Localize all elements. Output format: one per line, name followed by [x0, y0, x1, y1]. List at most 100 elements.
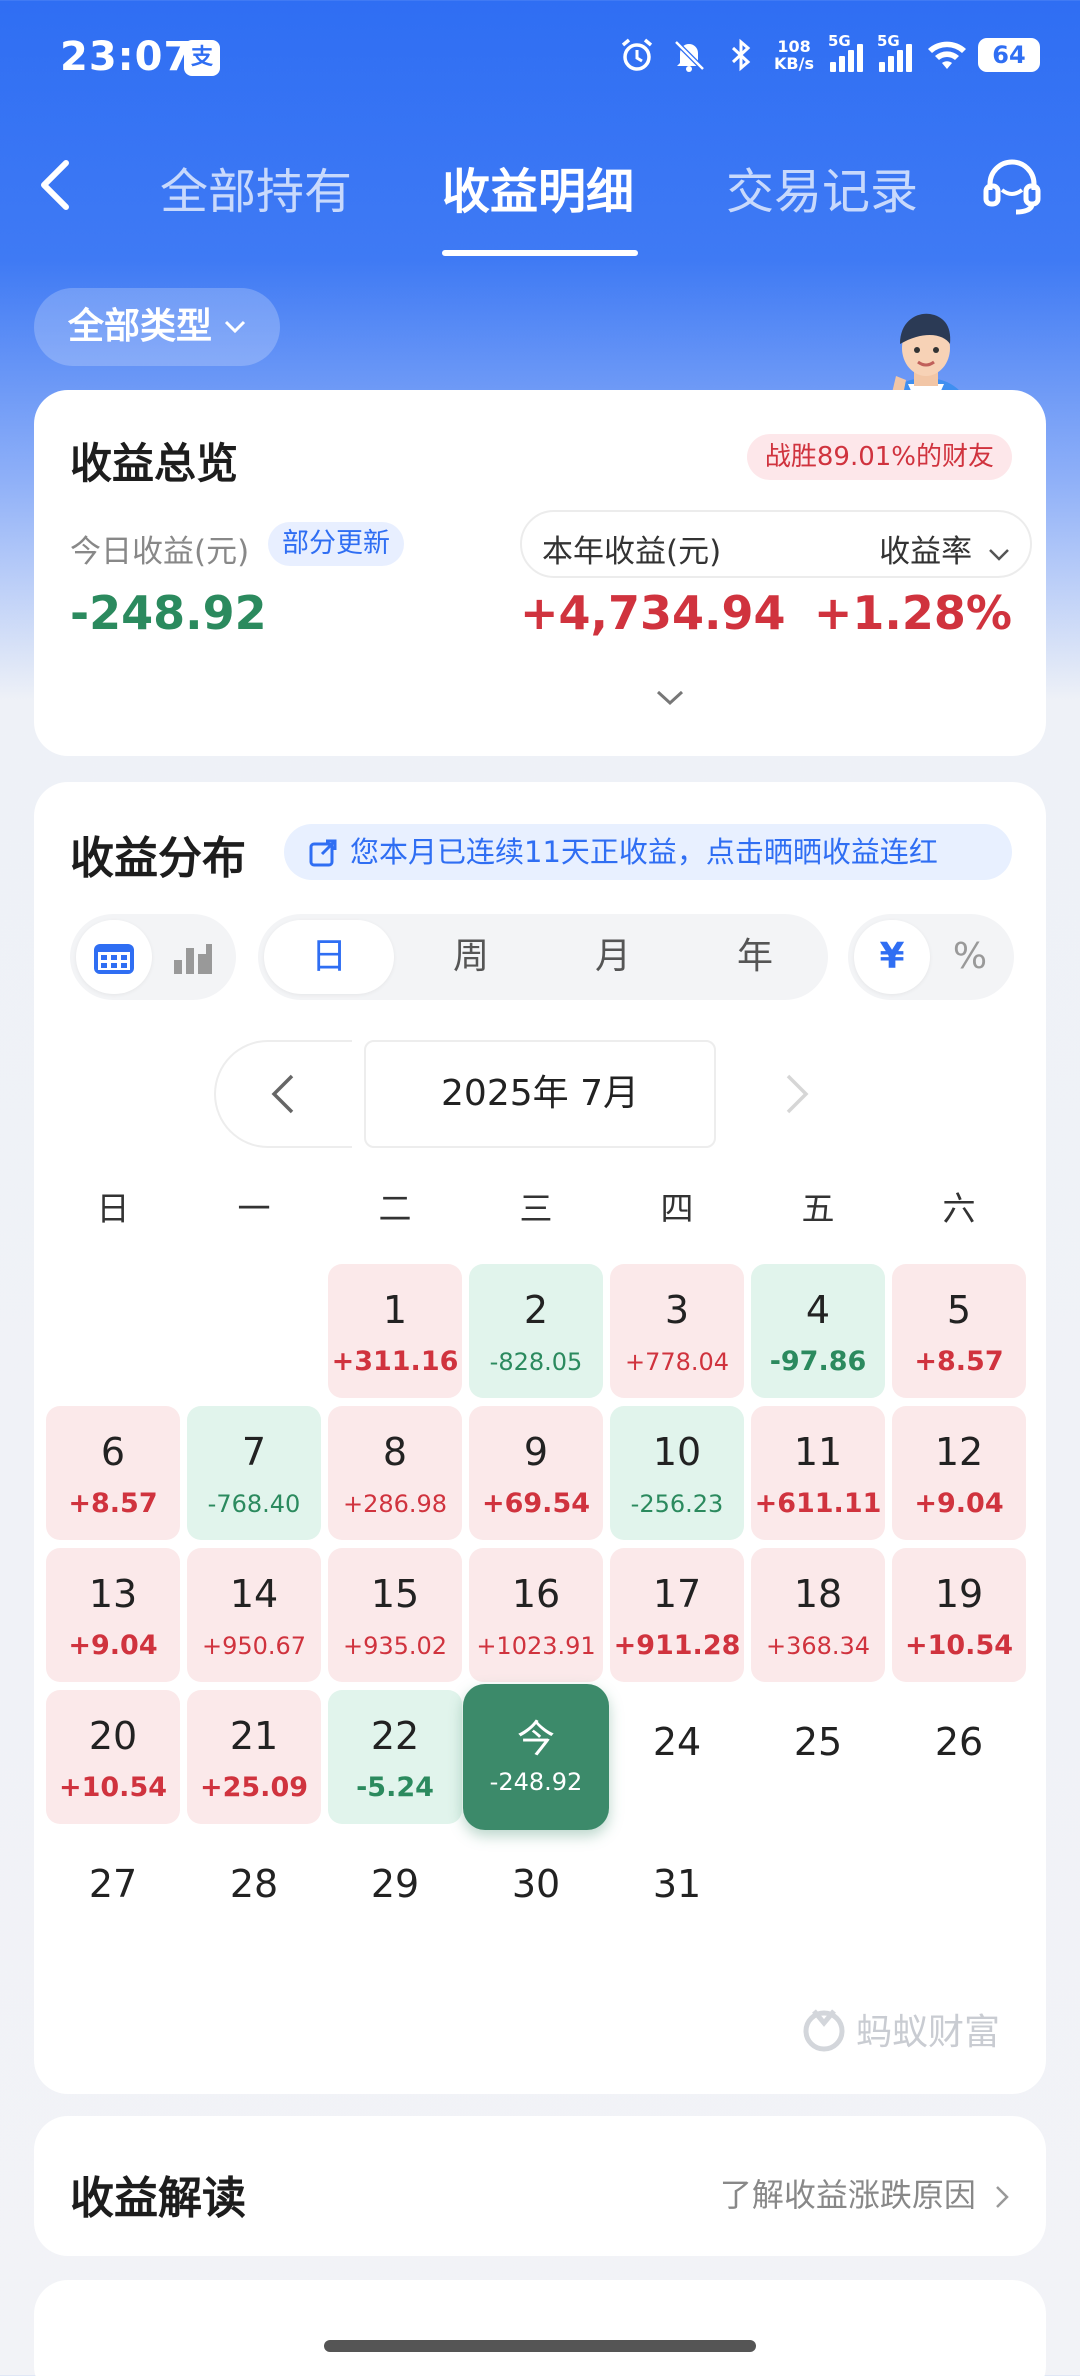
calendar-day[interactable]: 4 -97.86 — [751, 1264, 885, 1398]
share-icon — [309, 839, 337, 867]
calendar-day[interactable]: 12 +9.04 — [892, 1406, 1026, 1540]
calendar-day[interactable]: 19 +10.54 — [892, 1548, 1026, 1682]
weekday-label: 四 — [660, 1189, 694, 1228]
home-indicator[interactable] — [324, 2340, 756, 2352]
day-number: 22 — [370, 1714, 420, 1758]
back-button[interactable] — [36, 155, 76, 215]
income-interpretation-card[interactable]: 收益解读 了解收益涨跌原因 — [34, 2116, 1046, 2256]
prev-month-button[interactable] — [214, 1040, 352, 1148]
watermark-text: 蚂蚁财富 — [856, 2012, 1001, 2053]
customer-service-icon[interactable] — [980, 154, 1044, 218]
calendar-day[interactable]: 20 +10.54 — [46, 1690, 180, 1824]
expand-chevron-icon[interactable] — [654, 688, 686, 708]
calendar-day[interactable]: 14 +950.67 — [187, 1548, 321, 1682]
day-income: +69.54 — [481, 1488, 591, 1519]
calendar-day-today[interactable]: 今 -248.92 — [463, 1684, 609, 1830]
calendar-day[interactable]: 24 — [610, 1690, 744, 1824]
day-number: 8 — [382, 1430, 408, 1474]
day-income: -768.40 — [207, 1490, 301, 1518]
period-day[interactable]: 日 — [264, 920, 394, 994]
view-toggle — [70, 914, 236, 1000]
chevron-left-icon — [271, 1074, 294, 1114]
day-income: +8.57 — [68, 1488, 158, 1519]
status-time: 23:07 — [60, 34, 193, 80]
today-income-value: -248.92 — [70, 586, 267, 640]
calendar-day[interactable]: 6 +8.57 — [46, 1406, 180, 1540]
type-filter-dropdown[interactable]: 全部类型 — [34, 288, 281, 366]
day-income: +9.04 — [914, 1488, 1004, 1519]
day-income: -97.86 — [769, 1346, 867, 1377]
income-distribution-card: 收益分布 您本月已连续11天正收益，点击晒晒收益连红 日 周 月 年 ¥ % 2… — [34, 782, 1046, 2094]
calendar-day[interactable]: 30 — [469, 1832, 603, 1966]
calendar-day[interactable]: 7 -768.40 — [187, 1406, 321, 1540]
partial-update-tag[interactable]: 部分更新 — [268, 522, 404, 566]
calendar-day[interactable]: 16 +1023.91 — [469, 1548, 603, 1682]
day-income: +611.11 — [754, 1488, 882, 1519]
calendar-day[interactable]: 18 +368.34 — [751, 1548, 885, 1682]
unit-percent[interactable]: % — [932, 920, 1008, 994]
calendar-day[interactable]: 5 +8.57 — [892, 1264, 1026, 1398]
calendar-day[interactable]: 9 +69.54 — [469, 1406, 603, 1540]
day-income: -5.24 — [356, 1772, 434, 1803]
weekday-label: 五 — [801, 1189, 835, 1228]
chevron-down-icon — [224, 320, 246, 334]
year-income-selector[interactable]: 本年收益(元) 收益率 — [520, 510, 1032, 578]
calendar-day[interactable]: 11 +611.11 — [751, 1406, 885, 1540]
tab-income-detail[interactable]: 收益明细 — [442, 152, 634, 222]
calendar-day[interactable]: 21 +25.09 — [187, 1690, 321, 1824]
day-income: +950.67 — [201, 1632, 307, 1660]
calendar-day[interactable]: 13 +9.04 — [46, 1548, 180, 1682]
battery-icon: 64 — [978, 38, 1040, 72]
interpret-link[interactable]: 了解收益涨跌原因 — [720, 2170, 1010, 2216]
day-number: 21 — [229, 1714, 279, 1758]
day-income: -256.23 — [630, 1490, 724, 1518]
mute-bell-icon — [670, 36, 708, 74]
calendar-day[interactable]: 17 +911.28 — [610, 1548, 744, 1682]
unit-yuan[interactable]: ¥ — [854, 920, 930, 994]
calendar-day[interactable]: 1 +311.16 — [328, 1264, 462, 1398]
calendar-view-button[interactable] — [76, 920, 152, 994]
distribution-title: 收益分布 — [70, 833, 246, 884]
chevron-right-icon — [786, 1074, 809, 1114]
rate-label: 收益率 — [879, 534, 973, 570]
ant-fortune-watermark: 蚂蚁财富 — [800, 2004, 1010, 2054]
type-filter-label: 全部类型 — [68, 306, 213, 347]
weekday-label: 日 — [96, 1189, 130, 1228]
year-income-value: +4,734.94 — [520, 586, 786, 640]
calendar-day[interactable]: 29 — [328, 1832, 462, 1966]
calendar-day[interactable]: 8 +286.98 — [328, 1406, 462, 1540]
bar-chart-view-button[interactable] — [154, 920, 230, 994]
status-bar: 23:07 支 108 KB/s 5G 5G 64 — [0, 0, 1080, 118]
signal-icon-2: 5G — [877, 32, 912, 72]
calendar-day[interactable]: 27 — [46, 1832, 180, 1966]
weekday-label: 二 — [378, 1189, 412, 1228]
calendar-day[interactable]: 22 -5.24 — [328, 1690, 462, 1824]
day-income: -828.05 — [489, 1348, 583, 1376]
next-month-button[interactable] — [782, 1072, 812, 1116]
ranking-badge[interactable]: 战胜89.01%的财友 — [746, 434, 1012, 480]
streak-banner[interactable]: 您本月已连续11天正收益，点击晒晒收益连红 — [284, 824, 1012, 880]
month-label[interactable]: 2025年 7月 — [364, 1040, 716, 1148]
calendar-day[interactable]: 25 — [751, 1690, 885, 1824]
period-year[interactable]: 年 — [690, 920, 820, 994]
calendar-day[interactable]: 10 -256.23 — [610, 1406, 744, 1540]
tab-all-holdings[interactable]: 全部持有 — [160, 152, 352, 222]
day-income: +311.16 — [331, 1346, 459, 1377]
signal-icon: 5G — [828, 32, 863, 72]
period-week[interactable]: 周 — [406, 920, 536, 994]
active-tab-indicator — [442, 250, 638, 256]
calendar-day[interactable]: 3 +778.04 — [610, 1264, 744, 1398]
period-month[interactable]: 月 — [548, 920, 678, 994]
calendar-day[interactable]: 26 — [892, 1690, 1026, 1824]
day-number: 29 — [370, 1862, 420, 1906]
calendar-day[interactable]: 28 — [187, 1832, 321, 1966]
calendar-day[interactable]: 15 +935.02 — [328, 1548, 462, 1682]
tab-transaction-records[interactable]: 交易记录 — [726, 152, 918, 222]
rate-selector[interactable]: 收益率 — [879, 526, 1010, 571]
calendar-day[interactable]: 31 — [610, 1832, 744, 1966]
day-income: -248.92 — [489, 1768, 583, 1796]
calendar-day[interactable]: 2 -828.05 — [469, 1264, 603, 1398]
bluetooth-icon — [722, 36, 760, 74]
alarm-icon — [618, 36, 656, 74]
period-toggle: 日 周 月 年 — [258, 914, 828, 1000]
